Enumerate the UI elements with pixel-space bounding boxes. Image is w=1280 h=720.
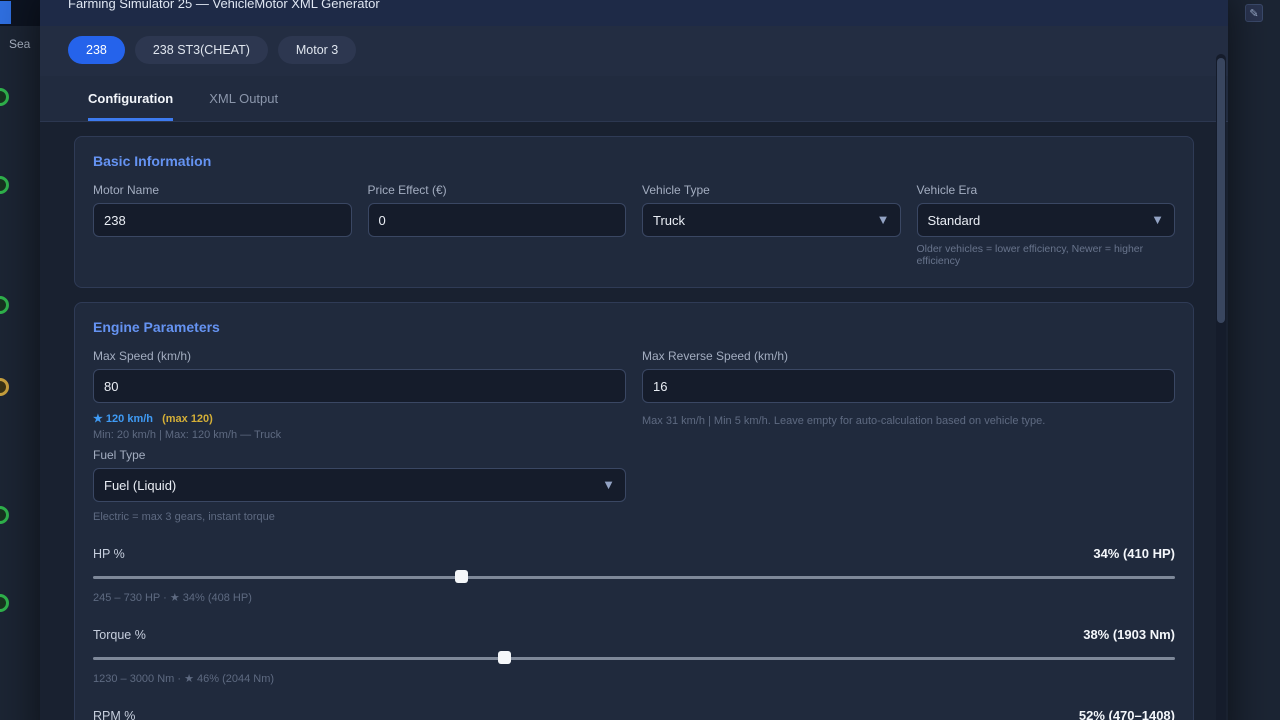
hp-percent-value: 34% (410 HP) — [1093, 546, 1175, 561]
hp-percent-helper: 245 – 730 HP · ★ 34% (408 HP) — [93, 591, 1175, 604]
slider-track[interactable] — [93, 576, 1175, 579]
vehicle-type-field-group: Vehicle Type Truck ▼ — [642, 183, 901, 267]
motor-tab-238[interactable]: 238 — [68, 36, 125, 64]
torque-percent-slider-row: Torque % 38% (1903 Nm) 1230 – 3000 Nm · … — [93, 627, 1175, 685]
max-reverse-speed-input[interactable] — [642, 369, 1175, 403]
rpm-percent-slider-row: RPM % 52% (470–1408) 550 – 2200 RPM · ★ … — [93, 708, 1175, 720]
status-dot-green — [0, 594, 9, 612]
hp-percent-slider-row: HP % 34% (410 HP) 245 – 730 HP · ★ 34% (… — [93, 546, 1175, 604]
fuel-type-field-group: Fuel Type Fuel (Liquid) ▼ Electric = max… — [93, 448, 626, 523]
basic-information-grid: Motor Name Price Effect (€) Vehicle Type… — [93, 183, 1175, 267]
max-speed-recommendation: ★ 120 km/h (max 120) — [93, 412, 626, 425]
engine-parameters-card: Engine Parameters Max Speed (km/h) ★ 120… — [74, 302, 1194, 720]
vehiclemotor-generator-modal: Farming Simulator 25 — VehicleMotor XML … — [40, 0, 1228, 720]
speed-fields-grid: Max Speed (km/h) ★ 120 km/h (max 120) Mi… — [93, 349, 1175, 523]
tab-configuration[interactable]: Configuration — [88, 76, 173, 121]
fuel-type-helper: Electric = max 3 gears, instant torque — [93, 511, 626, 523]
engine-parameters-heading: Engine Parameters — [93, 319, 1175, 335]
vehicle-era-helper: Older vehicles = lower efficiency, Newer… — [917, 243, 1176, 267]
hp-percent-slider[interactable] — [93, 570, 1175, 584]
max-reverse-speed-helper: Max 31 km/h | Min 5 km/h. Leave empty fo… — [642, 415, 1175, 427]
motor-tab-motor-3[interactable]: Motor 3 — [278, 36, 356, 64]
vehicle-type-select[interactable]: Truck ▼ — [642, 203, 901, 237]
basic-information-heading: Basic Information — [93, 153, 1175, 169]
max-speed-input[interactable] — [93, 369, 626, 403]
price-effect-input[interactable] — [368, 203, 627, 237]
modal-scrollbar[interactable] — [1216, 54, 1226, 720]
background-search-label: Sea — [9, 37, 30, 51]
max-speed-label: Max Speed (km/h) — [93, 349, 626, 363]
vehicle-type-value: Truck — [653, 213, 685, 228]
motor-name-field-group: Motor Name — [93, 183, 352, 267]
hp-percent-label: HP % — [93, 547, 125, 561]
scrollbar-thumb[interactable] — [1217, 58, 1225, 323]
motor-tab-bar: 238 238 ST3(CHEAT) Motor 3 — [40, 26, 1228, 76]
slider-thumb[interactable] — [498, 651, 511, 664]
slider-track[interactable] — [93, 657, 1175, 660]
chevron-down-icon: ▼ — [877, 213, 890, 226]
status-dot-green — [0, 296, 9, 314]
vehicle-era-value: Standard — [928, 213, 981, 228]
background-right-strip — [1228, 0, 1280, 720]
chevron-down-icon: ▼ — [602, 478, 615, 491]
vehicle-era-label: Vehicle Era — [917, 183, 1176, 197]
vehicle-era-field-group: Vehicle Era Standard ▼ Older vehicles = … — [917, 183, 1176, 267]
rpm-percent-label: RPM % — [93, 709, 135, 720]
modal-title: Farming Simulator 25 — VehicleMotor XML … — [68, 0, 380, 11]
status-dot-green — [0, 506, 9, 524]
max-speed-field-group: Max Speed (km/h) ★ 120 km/h (max 120) Mi… — [93, 349, 626, 523]
pencil-icon: ✎ — [1249, 7, 1258, 20]
max-reverse-speed-field-group: Max Reverse Speed (km/h) Max 31 km/h | M… — [642, 349, 1175, 427]
edit-icon-button[interactable]: ✎ — [1245, 4, 1263, 22]
fuel-type-value: Fuel (Liquid) — [104, 478, 176, 493]
basic-information-card: Basic Information Motor Name Price Effec… — [74, 136, 1194, 288]
torque-percent-slider[interactable] — [93, 651, 1175, 665]
background-blue-button[interactable] — [0, 1, 11, 24]
status-dot-yellow — [0, 378, 9, 396]
configuration-panel: Basic Information Motor Name Price Effec… — [40, 122, 1228, 720]
torque-percent-helper: 1230 – 3000 Nm · ★ 46% (2044 Nm) — [93, 672, 1175, 685]
motor-name-label: Motor Name — [93, 183, 352, 197]
vehicle-type-label: Vehicle Type — [642, 183, 901, 197]
max-speed-range-helper: Min: 20 km/h | Max: 120 km/h — Truck — [93, 429, 626, 441]
fuel-type-select[interactable]: Fuel (Liquid) ▼ — [93, 468, 626, 502]
status-dot-green — [0, 88, 9, 106]
torque-percent-value: 38% (1903 Nm) — [1083, 627, 1175, 642]
main-tab-bar: Configuration XML Output — [40, 76, 1228, 122]
status-dot-green — [0, 176, 9, 194]
fuel-type-label: Fuel Type — [93, 448, 626, 462]
max-reverse-speed-label: Max Reverse Speed (km/h) — [642, 349, 1175, 363]
torque-percent-label: Torque % — [93, 628, 146, 642]
slider-thumb[interactable] — [455, 570, 468, 583]
price-effect-field-group: Price Effect (€) — [368, 183, 627, 267]
star-icon-recommended-speed: ★ 120 km/h — [93, 413, 153, 425]
chevron-down-icon: ▼ — [1151, 213, 1164, 226]
motor-name-input[interactable] — [93, 203, 352, 237]
tab-xml-output[interactable]: XML Output — [209, 76, 278, 121]
max-speed-cap-badge: (max 120) — [162, 413, 213, 425]
modal-header: Farming Simulator 25 — VehicleMotor XML … — [40, 0, 1228, 26]
motor-tab-238-st3-cheat[interactable]: 238 ST3(CHEAT) — [135, 36, 268, 64]
vehicle-era-select[interactable]: Standard ▼ — [917, 203, 1176, 237]
rpm-percent-value: 52% (470–1408) — [1079, 708, 1175, 720]
price-effect-label: Price Effect (€) — [368, 183, 627, 197]
